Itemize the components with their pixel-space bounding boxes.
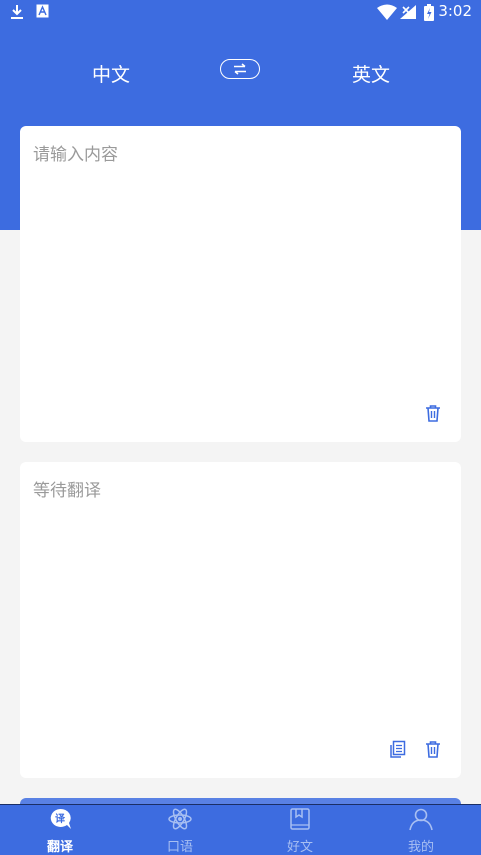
status-time: 3:02 — [438, 2, 472, 20]
download-icon — [10, 4, 24, 24]
signal-icon — [399, 4, 417, 24]
person-icon — [408, 807, 434, 835]
nav-item-speaking[interactable]: 口语 — [150, 807, 210, 855]
nav-label: 口语 — [166, 840, 193, 855]
trash-icon[interactable] — [424, 404, 442, 422]
status-bar: 3:02 — [0, 0, 481, 24]
atom-icon — [167, 807, 193, 835]
copy-icon[interactable] — [388, 740, 406, 758]
translate-icon: 译 — [47, 807, 73, 835]
output-card: 等待翻译 — [20, 462, 461, 778]
nav-item-articles[interactable]: 好文 — [270, 807, 330, 855]
nav-item-translate[interactable]: 译 翻译 — [30, 807, 90, 855]
nav-item-profile[interactable]: 我的 — [391, 807, 451, 855]
notification-icon — [36, 4, 49, 22]
swap-arrows-icon — [231, 60, 249, 79]
battery-icon — [424, 4, 434, 25]
language-bar: 中文 英文 — [0, 48, 481, 96]
nav-label: 好文 — [286, 840, 313, 855]
nav-label: 翻译 — [46, 840, 73, 855]
nav-label: 我的 — [407, 840, 434, 855]
input-text-field[interactable]: 请输入内容 — [33, 140, 118, 165]
book-icon — [287, 807, 313, 835]
nav-divider — [0, 804, 481, 805]
target-language-button[interactable]: 英文 — [352, 60, 390, 87]
input-card[interactable]: 请输入内容 — [20, 126, 461, 442]
bottom-navigation: 译 翻译 口语 好文 我的 — [0, 798, 481, 855]
source-language-button[interactable]: 中文 — [92, 60, 130, 87]
swap-language-button[interactable] — [220, 59, 260, 79]
wifi-icon — [377, 4, 397, 24]
svg-text:译: 译 — [55, 812, 66, 825]
trash-icon[interactable] — [424, 740, 442, 758]
output-text: 等待翻译 — [33, 481, 101, 501]
